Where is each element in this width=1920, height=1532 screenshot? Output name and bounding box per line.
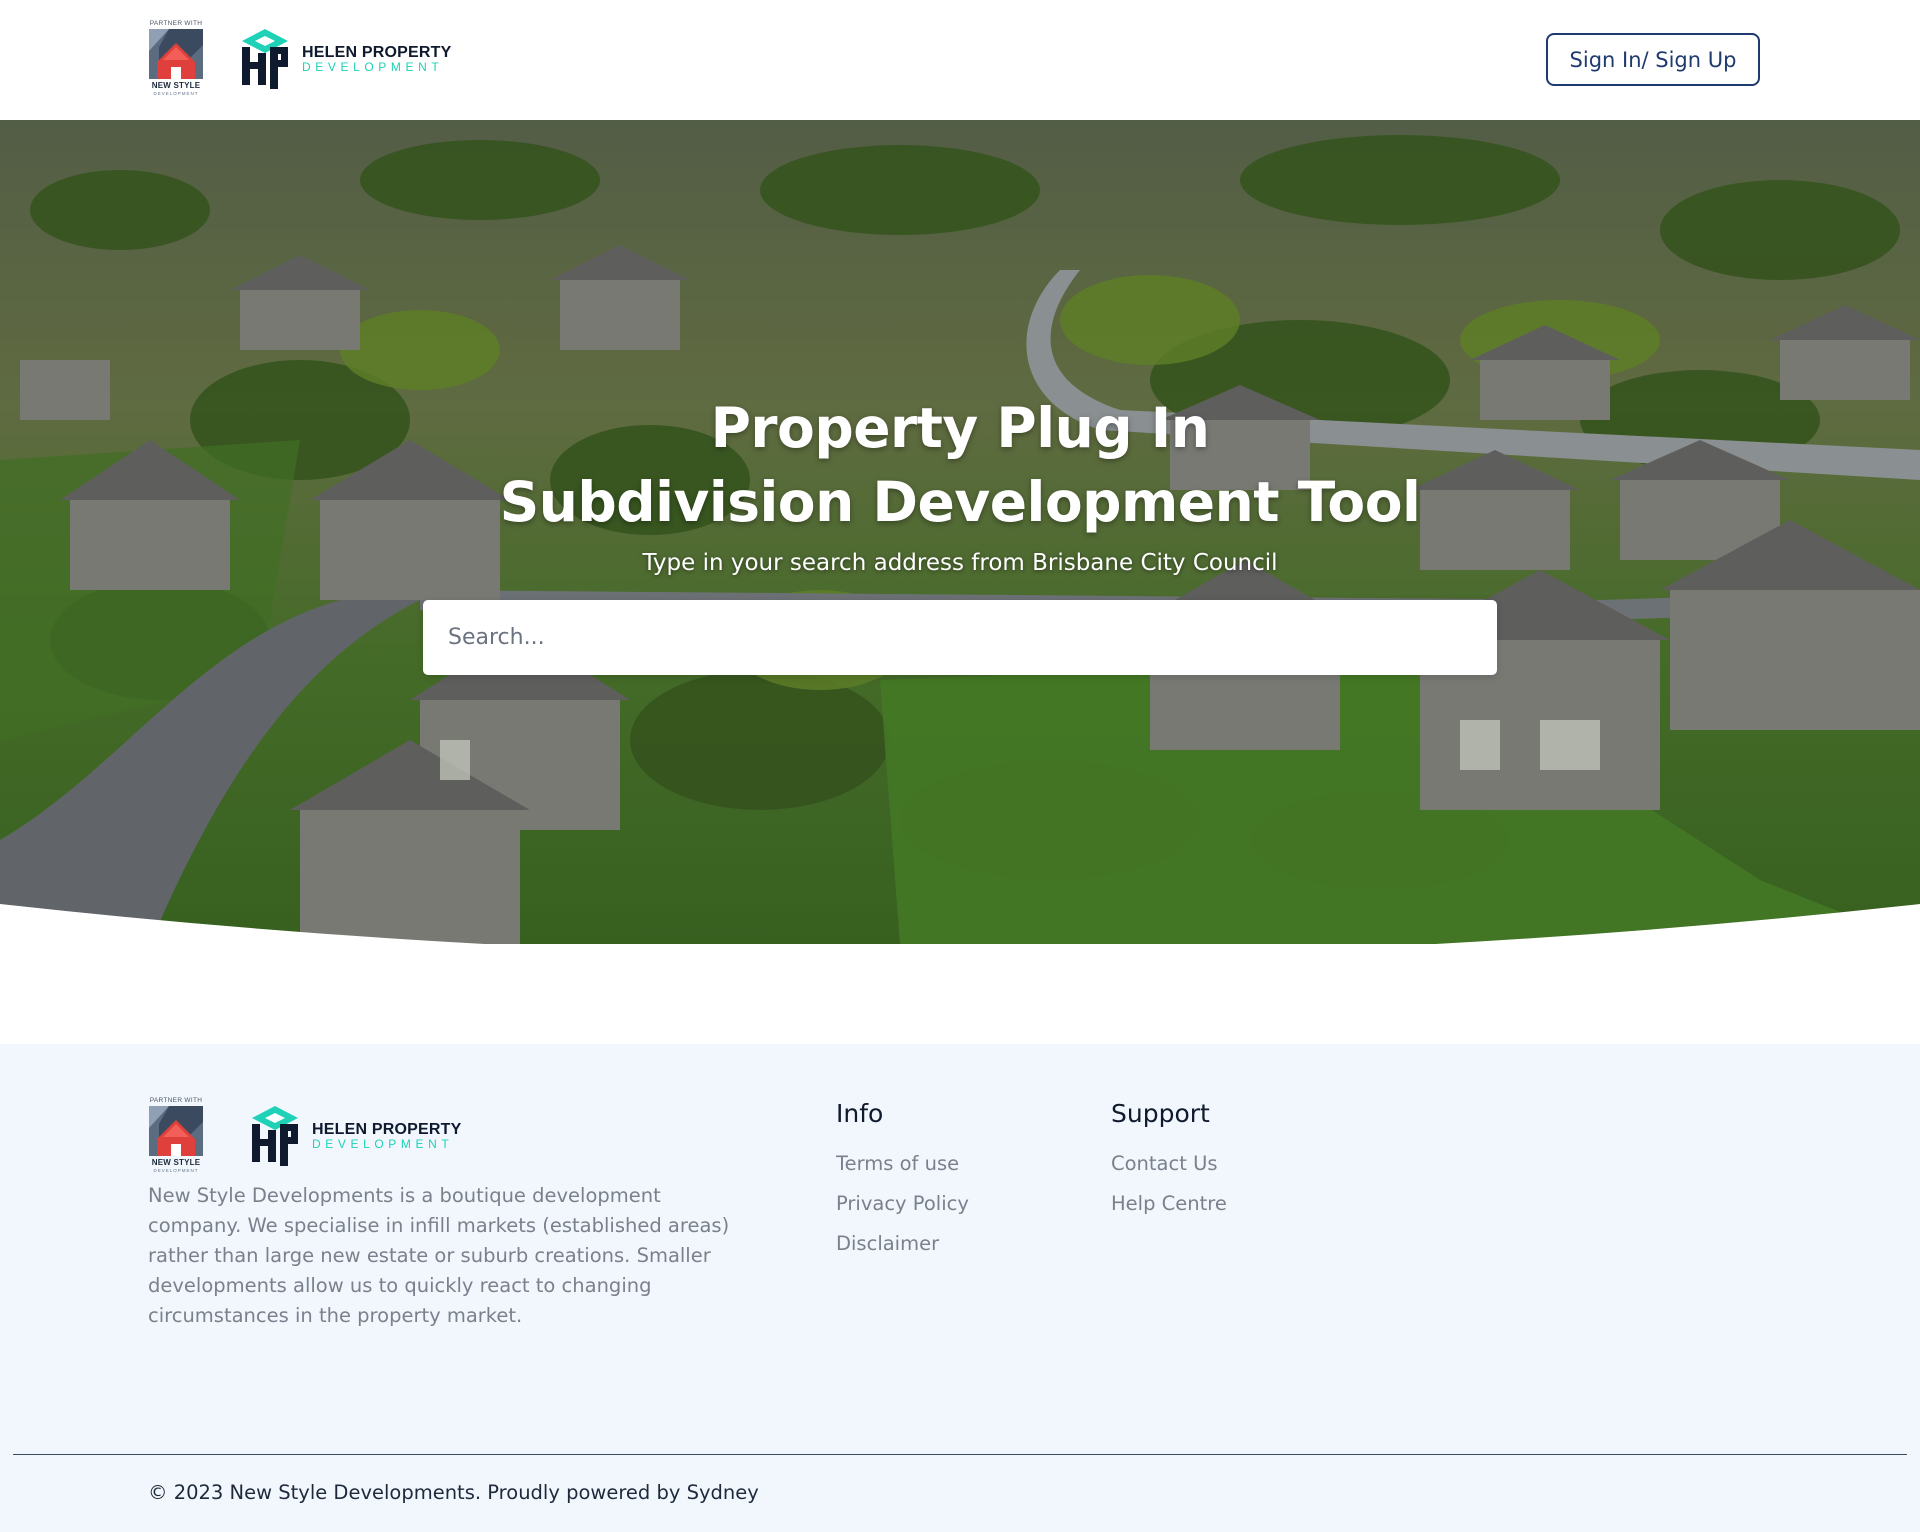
sign-in-sign-up-button[interactable]: Sign In/ Sign Up (1546, 33, 1760, 86)
footer-new-style-name: NEW STYLE (151, 1158, 201, 1167)
footer-helen-property-title: HELEN PROPERTY (312, 1121, 462, 1138)
hero-title-line-2: Subdivision Development Tool (499, 470, 1421, 534)
disclaimer-link[interactable]: Disclaimer (836, 1232, 969, 1255)
footer-helen-property-subtitle: DEVELOPMENT (312, 1137, 454, 1151)
hp-cube-logo-icon (252, 1106, 298, 1166)
house-roof-logo-icon (149, 29, 203, 79)
footer-new-style-sub: DEVELOPMENT (153, 1168, 199, 1173)
privacy-policy-link[interactable]: Privacy Policy (836, 1192, 969, 1215)
hero-subtitle: Type in your search address from Brisban… (642, 550, 1278, 576)
footer-partner-with-text: PARTNER WITH (149, 1097, 203, 1104)
footer-support-heading: Support (1111, 1099, 1210, 1128)
hp-cube-logo-icon (242, 29, 288, 89)
new-style-sub: DEVELOPMENT (153, 91, 199, 96)
footer-company-description: New Style Developments is a boutique dev… (148, 1184, 730, 1327)
help-centre-link[interactable]: Help Centre (1111, 1192, 1227, 1215)
helen-property-logo[interactable]: HELEN PROPERTY DEVELOPMENT (238, 27, 452, 91)
address-search-input[interactable] (423, 600, 1497, 675)
hero-title-line-1: Property Plug In (710, 396, 1210, 460)
footer-support-column: Support Contact Us Help Centre (1111, 1099, 1227, 1232)
copyright-text: © 2023 New Style Developments. Proudly p… (148, 1481, 759, 1504)
header-logos[interactable]: PARTNER WITH NEW STYLE DEVELOPMENT HELEN… (148, 20, 452, 98)
footer-info-heading: Info (836, 1099, 884, 1128)
footer-divider (13, 1454, 1907, 1455)
terms-of-use-link[interactable]: Terms of use (836, 1152, 969, 1175)
house-roof-logo-icon (149, 1106, 203, 1156)
site-header: PARTNER WITH NEW STYLE DEVELOPMENT HELEN… (0, 0, 1920, 120)
footer-new-style-logo[interactable]: PARTNER WITH NEW STYLE DEVELOPMENT (148, 1097, 204, 1175)
new-style-name: NEW STYLE (151, 81, 201, 90)
helen-property-title: HELEN PROPERTY (302, 44, 452, 61)
hero-section: Property Plug In Subdivision Development… (0, 120, 1920, 944)
contact-us-link[interactable]: Contact Us (1111, 1152, 1227, 1175)
partner-with-text: PARTNER WITH (149, 20, 203, 27)
footer-logos[interactable]: PARTNER WITH NEW STYLE DEVELOPMENT HELEN… (148, 1097, 462, 1175)
new-style-logo[interactable]: PARTNER WITH NEW STYLE DEVELOPMENT (148, 20, 204, 98)
helen-property-subtitle: DEVELOPMENT (302, 60, 444, 74)
footer-helen-property-logo[interactable]: HELEN PROPERTY DEVELOPMENT (248, 1104, 462, 1168)
footer-info-column: Info Terms of use Privacy Policy Disclai… (836, 1099, 969, 1272)
